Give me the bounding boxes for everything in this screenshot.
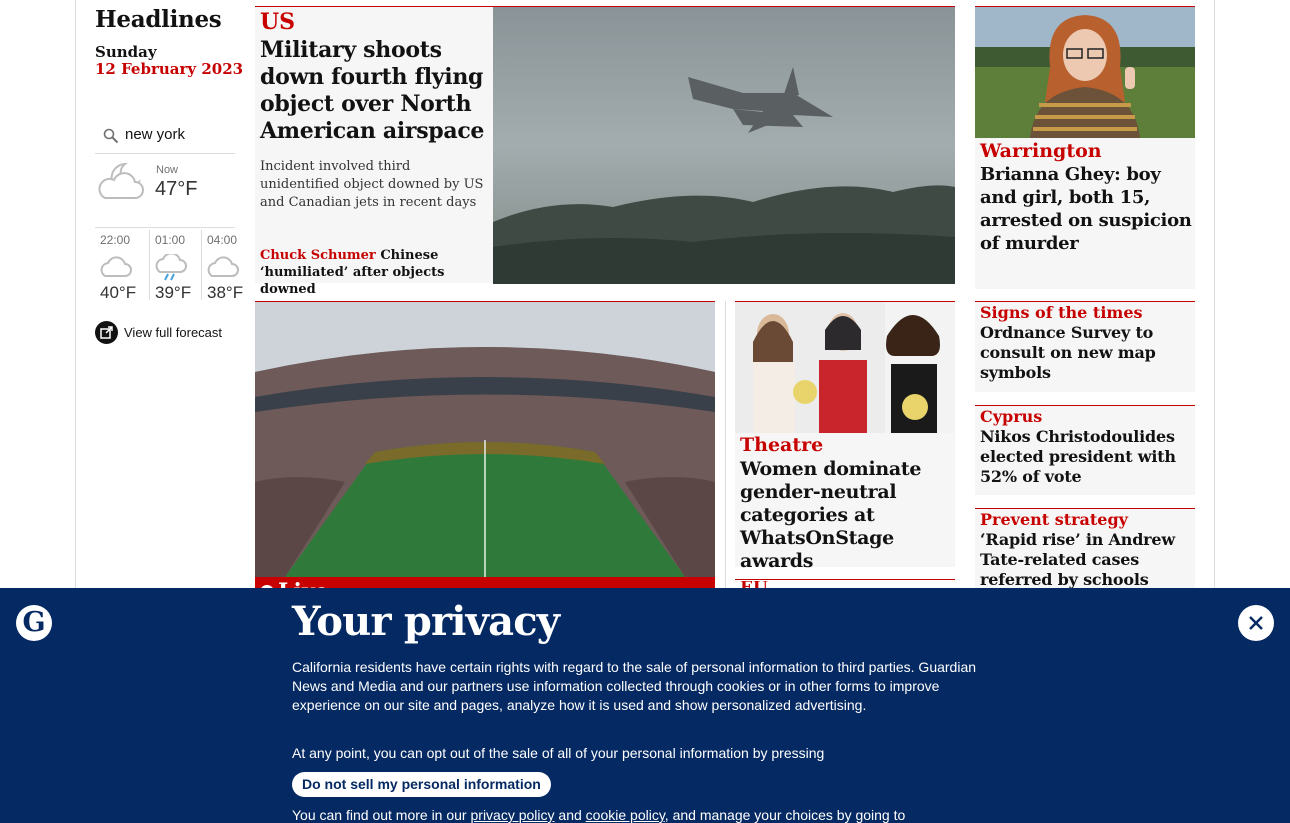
weather-location[interactable]: new york	[125, 126, 185, 143]
view-full-forecast-label: View full forecast	[124, 325, 223, 340]
date-day: Sunday	[95, 43, 157, 61]
awards-photo	[735, 302, 955, 433]
privacy-paragraph: You can find out more in our privacy pol…	[292, 806, 992, 823]
small-story-kicker: Prevent strategy	[980, 510, 1128, 529]
partly-cloudy-night-icon	[95, 158, 151, 208]
small-story-card[interactable]: Prevent strategy ‘Rapid rise’ in Andrew …	[975, 508, 1195, 598]
search-icon	[103, 128, 119, 148]
main-story-sublink[interactable]: Chuck Schumer Chinese ‘humiliated’ after…	[260, 247, 490, 298]
column-divider	[725, 301, 726, 591]
date-full: 12 February 2023	[95, 60, 244, 78]
main-story-headline[interactable]: Military shoots down fourth flying objec…	[260, 37, 488, 145]
privacy-paragraph: At any point, you can opt out of the sal…	[292, 745, 825, 761]
portrait-photo	[975, 7, 1195, 138]
weather-now: Now 47°F	[95, 156, 235, 228]
theatre-kicker: Theatre	[740, 434, 824, 456]
privacy-text: , and manage your choices by going to	[664, 807, 906, 823]
fighter-jet-photo	[493, 7, 955, 284]
forecast-time: 22:00	[100, 233, 131, 247]
main-story-kicker: US	[260, 9, 296, 35]
forecast-temp: 38°F	[207, 283, 244, 302]
weather-forecast: 22:00 40°F 01:00 39°F 04:00 38°F	[95, 230, 245, 302]
do-not-sell-button[interactable]: Do not sell my personal information	[292, 772, 551, 797]
small-story-headline[interactable]: Ordnance Survey to consult on new map sy…	[980, 323, 1192, 383]
small-story-kicker: Signs of the times	[980, 303, 1143, 322]
forecast-item: 01:00 39°F	[149, 230, 201, 302]
forecast-temp: 39°F	[155, 283, 192, 302]
stadium-photo	[255, 302, 715, 577]
guardian-logo: G	[16, 605, 52, 641]
small-story-kicker: Cyprus	[980, 407, 1043, 426]
sublink-kicker: Chuck Schumer	[260, 248, 376, 263]
external-link-icon	[95, 321, 118, 344]
view-full-forecast-link[interactable]: View full forecast	[95, 321, 222, 344]
privacy-paragraph: California residents have certain rights…	[292, 659, 977, 713]
theatre-headline[interactable]: Women dominate gender-neutral categories…	[740, 458, 952, 573]
right-top-kicker: Warrington	[980, 140, 1102, 162]
close-button[interactable]	[1238, 605, 1274, 641]
live-story-card[interactable]: Live	[255, 301, 715, 605]
forecast-time: 04:00	[207, 233, 238, 247]
right-top-headline[interactable]: Brianna Ghey: boy and girl, both 15, arr…	[980, 163, 1193, 255]
weather-location-search[interactable]: new york	[95, 118, 235, 154]
close-icon	[1249, 616, 1263, 630]
main-story-standfirst: Incident involved third unidentified obj…	[260, 159, 484, 210]
forecast-item: 04:00 38°F	[201, 230, 245, 302]
right-top-story-card[interactable]: Warrington Brianna Ghey: boy and girl, b…	[975, 6, 1195, 289]
forecast-time: 01:00	[155, 233, 186, 247]
forecast-temp: 40°F	[100, 283, 137, 302]
cookie-policy-link[interactable]: cookie policy	[586, 807, 665, 823]
privacy-text: You can find out more in our	[292, 807, 471, 823]
small-story-card[interactable]: Signs of the times Ordnance Survey to co…	[975, 301, 1195, 392]
privacy-banner: G Your privacy California residents have…	[0, 588, 1290, 823]
headlines-title: Headlines	[95, 6, 222, 33]
small-story-card[interactable]: Cyprus Nikos Christodoulides elected pre…	[975, 405, 1195, 495]
cloud-icon	[206, 254, 242, 284]
cloud-icon	[99, 254, 135, 284]
forecast-item: 22:00 40°F	[95, 230, 147, 302]
weather-now-temp: 47°F	[155, 178, 198, 200]
rain-cloud-icon	[154, 252, 190, 286]
privacy-policy-link[interactable]: privacy policy	[471, 807, 555, 823]
weather-now-label: Now	[156, 164, 179, 176]
privacy-text: and	[554, 807, 586, 823]
theatre-story-card[interactable]: Theatre Women dominate gender-neutral ca…	[735, 301, 955, 572]
small-story-headline[interactable]: Nikos Christodoulides elected president …	[980, 427, 1192, 487]
main-story-card[interactable]: US Military shoots down fourth flying ob…	[255, 6, 955, 297]
privacy-title: Your privacy	[292, 598, 560, 645]
small-story-headline[interactable]: ‘Rapid rise’ in Andrew Tate-related case…	[980, 530, 1192, 590]
